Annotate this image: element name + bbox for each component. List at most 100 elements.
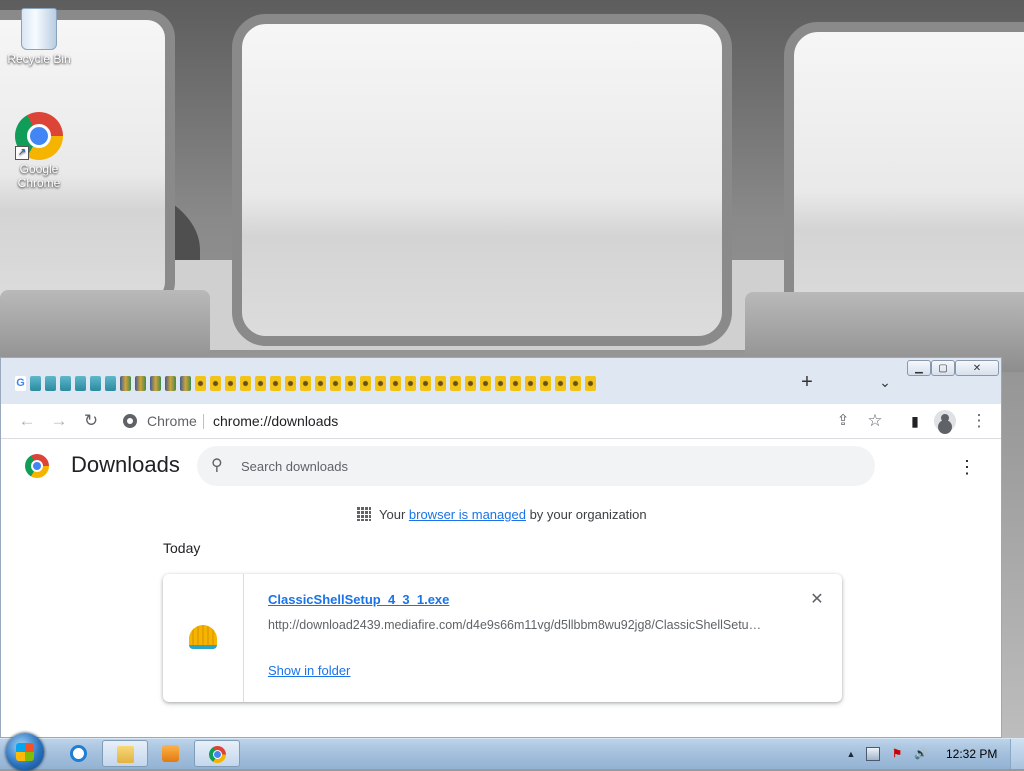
tab-favicon[interactable] [255, 376, 266, 391]
show-in-folder-link[interactable]: Show in folder [268, 663, 350, 678]
chrome-logo-icon [25, 454, 49, 478]
tab-favicon[interactable] [30, 376, 41, 391]
tab-favicon-google[interactable]: G [15, 376, 26, 391]
wallpaper-window-center [232, 14, 732, 346]
action-center-flag-icon[interactable]: ⚑ [890, 747, 904, 761]
tab-favicon[interactable] [300, 376, 311, 391]
tab-favicon[interactable] [465, 376, 476, 391]
chrome-site-icon [123, 414, 137, 428]
tab-favicon[interactable] [45, 376, 56, 391]
address-separator [203, 414, 204, 429]
tab-favicon[interactable] [225, 376, 236, 391]
address-bar[interactable]: Chrome chrome://downloads [113, 407, 897, 435]
tab-favicon[interactable] [555, 376, 566, 391]
managed-link[interactable]: browser is managed [409, 507, 526, 522]
classic-shell-icon [189, 625, 217, 649]
more-actions-button[interactable]: ⋮ [955, 455, 979, 479]
reload-button[interactable]: ↻ [79, 409, 103, 433]
tab-favicon[interactable] [90, 376, 101, 391]
side-panel-icon[interactable]: ▮ [903, 409, 927, 433]
shortcut-arrow-icon: ↗ [15, 146, 29, 160]
taskbar-internet-explorer[interactable] [56, 740, 102, 767]
managed-prefix: Your [379, 507, 409, 522]
bookmark-star-icon[interactable]: ☆ [863, 409, 887, 433]
tab-favicon[interactable] [75, 376, 86, 391]
tab-favicon[interactable] [150, 376, 161, 391]
show-desktop-button[interactable] [1010, 739, 1024, 769]
tab-favicon[interactable] [345, 376, 356, 391]
tab-favicon[interactable] [165, 376, 176, 391]
close-button[interactable]: ✕ [955, 360, 999, 376]
tab-favicon[interactable] [60, 376, 71, 391]
tab-favicon[interactable] [540, 376, 551, 391]
tab-favicon[interactable] [375, 376, 386, 391]
building-icon [357, 507, 371, 521]
tab-favicon[interactable] [210, 376, 221, 391]
tab-favicon[interactable] [405, 376, 416, 391]
taskbar-clock[interactable]: 12:32 PM [946, 747, 997, 761]
tab-favicon[interactable] [390, 376, 401, 391]
tab-favicon[interactable] [105, 376, 116, 391]
site-chip: Chrome [147, 413, 197, 429]
download-file-name[interactable]: ClassicShellSetup_4_3_1.exe [268, 592, 449, 607]
remove-download-button[interactable]: ✕ [807, 590, 827, 610]
tab-search-button[interactable]: ⌄ [873, 370, 897, 394]
tab-favicon[interactable] [495, 376, 506, 391]
file-icon-column [163, 574, 244, 702]
minimize-button[interactable]: ▁ [907, 360, 931, 376]
internet-explorer-icon [70, 745, 87, 762]
chrome-icon [209, 746, 226, 763]
tab-favicon[interactable] [420, 376, 431, 391]
page-title: Downloads [71, 452, 180, 477]
desktop-icon-google-chrome[interactable]: ↗ Google Chrome [4, 112, 74, 190]
tab-strip: G + ⌄ ▁ ▢ ✕ [1, 358, 1001, 404]
tab-favicon[interactable] [525, 376, 536, 391]
tab-favicon[interactable] [240, 376, 251, 391]
tab-favicon[interactable] [480, 376, 491, 391]
managed-suffix: by your organization [525, 507, 647, 522]
forward-button[interactable]: → [47, 409, 71, 433]
managed-notice: Your browser is managed by your organiza… [357, 507, 647, 522]
chrome-window: G + ⌄ ▁ ▢ ✕ ← → ↻ Chrome chrome://downlo… [0, 357, 1002, 738]
folder-icon [117, 746, 134, 763]
volume-icon[interactable]: 🔊 [914, 747, 928, 761]
browser-toolbar: ← → ↻ Chrome chrome://downloads ⇪ ☆ ▮ ⋮ [1, 404, 1001, 439]
tab-favicon[interactable] [330, 376, 341, 391]
media-player-icon [162, 745, 179, 762]
search-bar[interactable]: ⚲ [197, 446, 875, 486]
maximize-button[interactable]: ▢ [931, 360, 955, 376]
tab-favicon[interactable] [570, 376, 581, 391]
search-input[interactable] [241, 456, 841, 476]
show-hidden-icons-button[interactable]: ▲ [844, 747, 858, 761]
taskbar-file-explorer[interactable] [102, 740, 148, 767]
start-button[interactable] [6, 733, 44, 771]
share-icon[interactable]: ⇪ [831, 409, 855, 433]
profile-avatar-icon[interactable] [934, 410, 956, 432]
url-text[interactable]: chrome://downloads [213, 413, 338, 429]
tab-favicon[interactable] [585, 376, 596, 391]
chrome-icon: ↗ [15, 112, 63, 160]
tab-favicon[interactable] [510, 376, 521, 391]
taskbar: ▲ ⚑ 🔊 12:32 PM [0, 733, 1024, 771]
tab-favicon[interactable] [135, 376, 146, 391]
desktop-icon-recycle-bin[interactable]: Recycle Bin [4, 8, 74, 66]
tab-favicon[interactable] [195, 376, 206, 391]
chrome-menu-button[interactable]: ⋮ [967, 409, 991, 433]
tab-favicon[interactable] [315, 376, 326, 391]
tab-favicon[interactable] [180, 376, 191, 391]
tab-favicon[interactable] [360, 376, 371, 391]
search-icon: ⚲ [211, 457, 223, 474]
new-tab-button[interactable]: + [795, 370, 819, 394]
tab-favicon[interactable] [450, 376, 461, 391]
download-source-url: http://download2439.mediafire.com/d4e9s6… [268, 618, 768, 632]
tab-favicon[interactable] [285, 376, 296, 391]
back-button[interactable]: ← [15, 409, 39, 433]
taskbar-media-player[interactable] [148, 740, 194, 767]
network-icon[interactable] [866, 747, 880, 761]
tab-favicon[interactable] [270, 376, 281, 391]
download-item-card: ClassicShellSetup_4_3_1.exe http://downl… [163, 574, 842, 702]
taskbar-chrome[interactable] [194, 740, 240, 767]
tab-favicon[interactable] [120, 376, 131, 391]
date-header: Today [163, 540, 201, 556]
tab-favicon[interactable] [435, 376, 446, 391]
